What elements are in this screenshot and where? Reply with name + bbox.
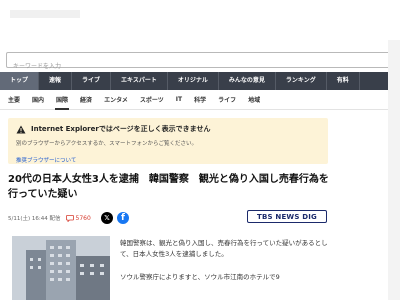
category-tab[interactable]: 国際 [55, 95, 70, 110]
article-headline: 20代の日本人女性3人を逮捕 韓国警察 観光と偽り入国し売春行為を行っていた疑い [8, 174, 329, 200]
site-logo[interactable] [10, 10, 80, 18]
category-tab[interactable]: 国内 [32, 95, 44, 104]
category-tab[interactable]: エンタメ [104, 95, 128, 104]
warning-icon [16, 125, 26, 133]
search-box[interactable] [6, 52, 398, 74]
article-paragraph: ソウル警察庁によりますと、ソウル市江南のホテルで9 [120, 273, 280, 281]
facebook-share-icon[interactable]: f [117, 212, 129, 224]
nav-tab[interactable]: オリジナル [168, 72, 219, 90]
source-logo-text: TBS NEWS DIG [257, 212, 317, 221]
article-body: 韓国警察は、観光と偽り入国し、売春行為を行っていた疑いがあるとして、日本人女性3… [120, 238, 340, 295]
category-tab[interactable]: 科学 [194, 95, 206, 104]
category-tab[interactable]: ライフ [218, 95, 236, 104]
x-share-icon[interactable]: 𝕏 [101, 212, 113, 224]
global-nav: トップ 速報 ライブ エキスパート オリジナル みんなの意見 ランキング 有料 [0, 72, 400, 90]
nav-tab[interactable]: ライブ [72, 72, 112, 90]
article-photo[interactable] [12, 236, 110, 300]
site-header [0, 0, 400, 40]
nav-tab[interactable]: 速報 [39, 72, 73, 90]
category-tab[interactable]: 経済 [80, 95, 92, 104]
comment-icon[interactable] [65, 214, 74, 222]
notice-text: 別のブラウザーからアクセスするか、スマートフォンからご覧ください。 [16, 141, 197, 147]
building-photo-icon [12, 236, 110, 300]
category-tab[interactable]: IT [176, 96, 182, 103]
article-paragraph: 韓国警察は、観光と偽り入国し、売春行為を行っていた疑いがあるとして、日本人女性3… [120, 239, 328, 258]
category-tab[interactable]: スポーツ [140, 95, 164, 104]
nav-tab[interactable]: トップ [0, 72, 40, 90]
browser-warning-notice: Internet Explorerではページを正しく表示できません 別のブラウザ… [8, 118, 328, 164]
source-logo[interactable]: TBS NEWS DIG [247, 210, 327, 223]
nav-tab[interactable]: エキスパート [111, 72, 168, 90]
notice-title: Internet Explorerではページを正しく表示できません [31, 125, 211, 133]
nav-tab[interactable]: ランキング [276, 72, 327, 90]
article-meta: 5/11(土) 16:44 配信 5760 [8, 213, 91, 223]
right-sidebar [388, 40, 400, 300]
recommended-browsers-link[interactable]: 推奨ブラウザーについて [16, 156, 76, 164]
publish-date: 5/11(土) 16:44 配信 [8, 216, 61, 222]
nav-tab[interactable]: 有料 [327, 72, 360, 90]
nav-tab[interactable]: みんなの意見 [219, 72, 276, 90]
category-tab[interactable]: 主要 [8, 95, 20, 104]
category-tab[interactable]: 地域 [248, 95, 260, 104]
category-nav: 主要 国内 国際 経済 エンタメ スポーツ IT 科学 ライフ 地域 [0, 90, 400, 110]
comment-count[interactable]: 5760 [76, 215, 91, 222]
